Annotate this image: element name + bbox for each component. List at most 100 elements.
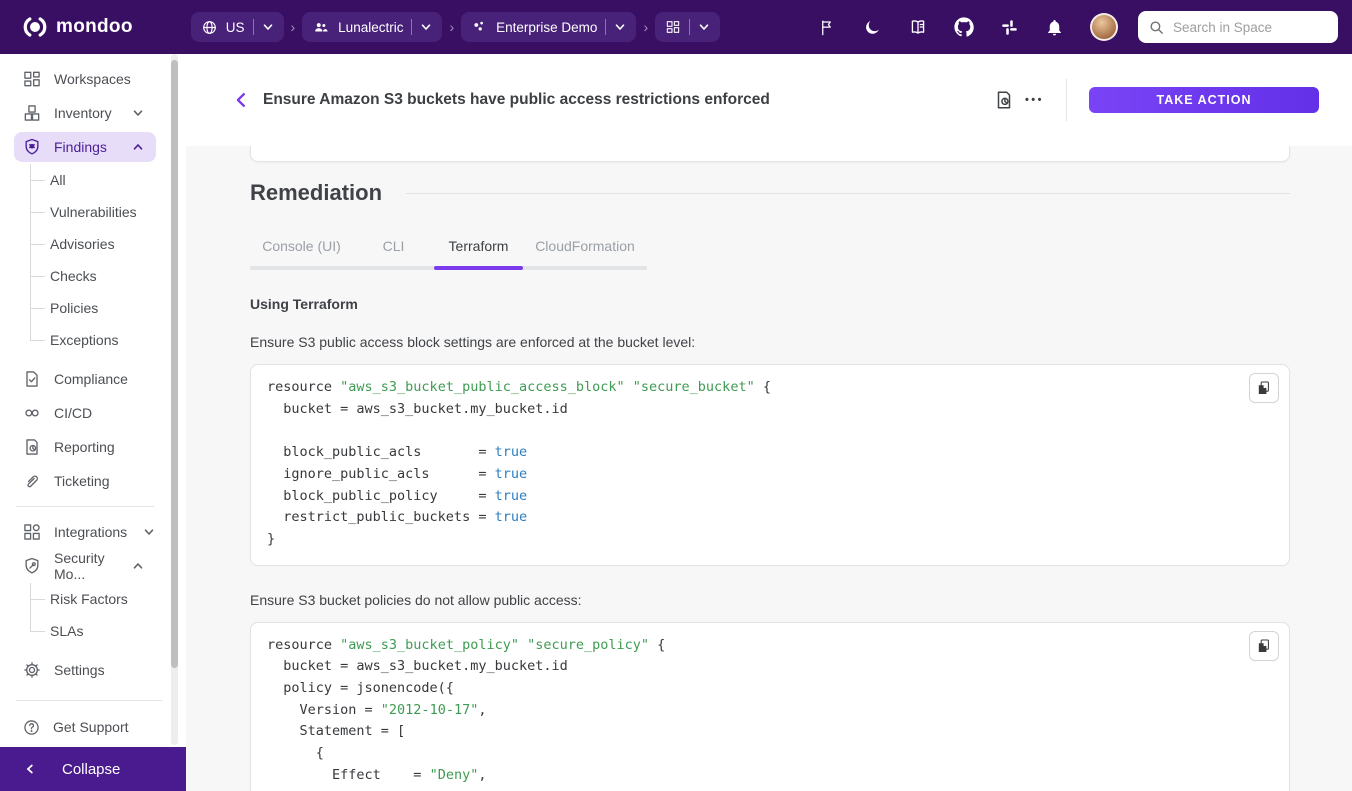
sidebar-item-label: Settings (54, 662, 105, 678)
header-actions: ••• TAKE ACTION (987, 79, 1319, 121)
settings-gear-icon (22, 660, 42, 680)
feature-flags-button[interactable] (818, 18, 837, 37)
tab-console-ui[interactable]: Console (UI) (250, 230, 353, 266)
chevron-up-icon (128, 560, 148, 572)
user-avatar[interactable] (1090, 13, 1118, 41)
copy-code-button[interactable] (1249, 631, 1279, 661)
logo-text: mondoo (56, 16, 133, 38)
sidebar-item-reporting[interactable]: Reporting (14, 430, 156, 464)
globe-icon (201, 19, 218, 36)
sidebar-item-all[interactable]: All (50, 164, 156, 196)
sidebar-item-settings[interactable]: Settings (14, 653, 156, 687)
sidebar-item-slas[interactable]: SLAs (50, 615, 156, 647)
chevron-left-icon (24, 763, 36, 775)
github-button[interactable] (954, 17, 974, 37)
sidebar-scrollbar-thumb[interactable] (171, 60, 178, 668)
notifications-button[interactable] (1045, 18, 1064, 37)
intro-paragraph: Ensure S3 public access block settings a… (250, 334, 1290, 350)
sidebar-item-risk-factors[interactable]: Risk Factors (50, 583, 156, 615)
main-content: Ensure Amazon S3 buckets have public acc… (186, 54, 1352, 791)
tab-cloudformation[interactable]: CloudFormation (523, 230, 647, 266)
navbar-actions (818, 13, 1138, 41)
sidebar: Workspaces Inventory Findings (0, 54, 186, 791)
compliance-icon (22, 369, 42, 389)
sidebar-divider (16, 506, 154, 507)
dark-mode-button[interactable] (863, 18, 882, 37)
chip-divider (689, 19, 690, 35)
scroll-area[interactable]: Remediation Console (UI) CLI Terraform C… (186, 146, 1352, 791)
sidebar-item-security-model[interactable]: Security Mo... (14, 549, 156, 583)
copy-icon (1256, 638, 1272, 654)
page-title: Ensure Amazon S3 buckets have public acc… (263, 91, 770, 109)
findings-subnav: All Vulnerabilities Advisories Checks Po… (30, 164, 156, 356)
book-icon (908, 17, 928, 37)
mondoo-logo[interactable]: mondoo (22, 14, 133, 40)
region-selector[interactable]: US (191, 12, 284, 42)
space-search (1138, 11, 1338, 43)
chip-divider (605, 19, 606, 35)
collapse-sidebar-button[interactable]: Collapse (0, 747, 186, 791)
subnav-label: All (50, 172, 66, 188)
subnav-label: Checks (50, 268, 97, 284)
take-action-button[interactable]: TAKE ACTION (1089, 87, 1319, 113)
app-window: mondoo US › Lunalectric (0, 0, 1352, 791)
copy-icon (1256, 380, 1272, 396)
space-selector[interactable]: Enterprise Demo (461, 12, 636, 42)
sidebar-item-label: Workspaces (54, 71, 131, 87)
slack-button[interactable] (1000, 18, 1019, 37)
chevron-down-icon (128, 107, 148, 119)
get-support-label: Get Support (53, 719, 129, 735)
chevron-down-icon[interactable] (420, 21, 432, 33)
sidebar-item-compliance[interactable]: Compliance (14, 362, 156, 396)
subnav-label: SLAs (50, 623, 83, 639)
sidebar-item-label: Security Mo... (54, 550, 116, 582)
code-content: resource "aws_s3_bucket_policy" "secure_… (267, 635, 1273, 787)
sidebar-item-checks[interactable]: Checks (50, 260, 156, 292)
copy-code-button[interactable] (1249, 373, 1279, 403)
code-content: resource "aws_s3_bucket_public_access_bl… (267, 377, 1273, 551)
sidebar-divider (16, 700, 162, 701)
workspace-selector[interactable] (655, 12, 720, 42)
remediation-tabs: Console (UI) CLI Terraform CloudFormatio… (250, 230, 647, 270)
docs-button[interactable] (908, 17, 928, 37)
organization-selector[interactable]: Lunalectric (302, 12, 442, 42)
sidebar-item-cicd[interactable]: CI/CD (14, 396, 156, 430)
chevron-down-icon[interactable] (614, 21, 626, 33)
chip-divider (253, 19, 254, 35)
chevron-down-icon[interactable] (262, 21, 274, 33)
search-input[interactable] (1173, 20, 1313, 35)
back-button[interactable] (229, 87, 255, 113)
sidebar-item-label: Reporting (54, 439, 115, 455)
get-support-button[interactable]: Get Support (0, 707, 178, 747)
bell-icon (1045, 18, 1064, 37)
subnav-label: Vulnerabilities (50, 204, 137, 220)
sidebar-item-policies[interactable]: Policies (50, 292, 156, 324)
integrations-icon (22, 522, 42, 542)
findings-shield-icon (22, 137, 42, 157)
chevron-down-icon[interactable] (698, 21, 710, 33)
remediation-heading: Remediation (250, 180, 382, 206)
sidebar-item-inventory[interactable]: Inventory (14, 96, 156, 130)
report-button[interactable] (987, 83, 1021, 117)
sidebar-item-workspaces[interactable]: Workspaces (14, 62, 156, 96)
tab-terraform[interactable]: Terraform (434, 230, 523, 266)
sidebar-item-vulnerabilities[interactable]: Vulnerabilities (50, 196, 156, 228)
organization-label: Lunalectric (338, 20, 403, 35)
inventory-icon (22, 103, 42, 123)
sidebar-item-integrations[interactable]: Integrations (14, 515, 156, 549)
sidebar-item-ticketing[interactable]: Ticketing (14, 464, 156, 498)
sidebar-item-label: CI/CD (54, 405, 92, 421)
sidebar-item-label: Findings (54, 139, 107, 155)
tab-cli[interactable]: CLI (353, 230, 434, 266)
sidebar-item-advisories[interactable]: Advisories (50, 228, 156, 260)
breadcrumb-separator: › (643, 19, 648, 35)
chevron-down-icon (139, 526, 159, 538)
cicd-icon (22, 403, 42, 423)
reporting-icon (22, 437, 42, 457)
header-divider (1066, 79, 1067, 121)
heading-rule (406, 193, 1290, 194)
sidebar-item-findings[interactable]: Findings (14, 132, 156, 162)
space-icon (471, 19, 488, 36)
more-options-button[interactable]: ••• (1021, 88, 1048, 112)
sidebar-item-exceptions[interactable]: Exceptions (50, 324, 156, 356)
